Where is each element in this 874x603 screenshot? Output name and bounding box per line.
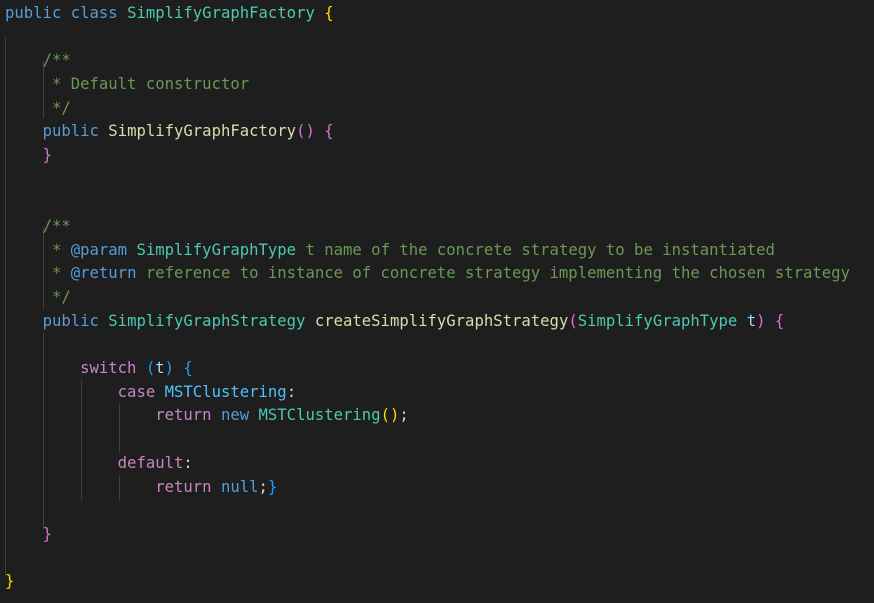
- code-line-12[interactable]: * @return reference to instance of concr…: [5, 262, 850, 286]
- brace: }: [42, 525, 52, 543]
- punctuation: ;: [399, 406, 409, 424]
- class-name: SimplifyGraphFactory: [127, 4, 315, 22]
- brace: {: [774, 312, 785, 330]
- comment: t name of the concrete strategy to be in…: [296, 241, 775, 259]
- code-line-13[interactable]: */: [5, 286, 71, 310]
- function-name: SimplifyGraphFactory: [108, 122, 297, 140]
- code-line-10[interactable]: /**: [5, 215, 71, 239]
- paren: ): [164, 359, 175, 377]
- code-line-14[interactable]: public SimplifyGraphStrategy createSimpl…: [5, 310, 785, 334]
- keyword: public: [5, 4, 62, 22]
- brace: {: [183, 359, 193, 377]
- keyword-control: case: [117, 383, 156, 401]
- parameter: t: [746, 312, 757, 330]
- code-line-25[interactable]: }: [5, 570, 14, 594]
- comment: */: [42, 288, 71, 306]
- punctuation: ;: [258, 478, 268, 496]
- enum-member: MSTClustering: [164, 383, 287, 401]
- class-name: SimplifyGraphStrategy: [108, 312, 306, 330]
- code-line-7[interactable]: }: [5, 144, 52, 168]
- code-line-20[interactable]: default:: [5, 452, 193, 476]
- brace: }: [5, 572, 15, 590]
- keyword-control: default: [117, 454, 184, 472]
- brace: {: [324, 122, 334, 140]
- function-name: createSimplifyGraphStrategy: [314, 312, 569, 330]
- class-name: MSTClustering: [258, 406, 381, 424]
- javadoc-type: SimplifyGraphType: [136, 241, 297, 259]
- paren: (): [296, 122, 315, 140]
- keyword: null: [220, 478, 259, 496]
- paren: (: [145, 359, 156, 377]
- code-line-17[interactable]: case MSTClustering:: [5, 381, 296, 405]
- punctuation: :: [286, 383, 297, 401]
- comment: /**: [42, 51, 71, 69]
- comment: *: [42, 264, 71, 282]
- javadoc-tag: @return: [70, 264, 137, 282]
- code-line-5[interactable]: */: [5, 97, 71, 121]
- code-line-21[interactable]: return null;}: [5, 476, 277, 500]
- brace: }: [42, 146, 52, 164]
- code-line-23[interactable]: }: [5, 523, 52, 547]
- code-line-1[interactable]: public class SimplifyGraphFactory {: [5, 2, 334, 26]
- paren: (): [380, 406, 400, 424]
- paren: ): [756, 312, 766, 330]
- class-name: SimplifyGraphType: [577, 312, 738, 330]
- keyword-control: return: [155, 406, 212, 424]
- brace: }: [267, 478, 278, 496]
- keyword: public: [42, 312, 99, 330]
- code-line-11[interactable]: * @param SimplifyGraphType t name of the…: [5, 239, 775, 263]
- code-line-16[interactable]: switch (t) {: [5, 357, 193, 381]
- variable: t: [155, 359, 165, 377]
- brace: {: [324, 4, 334, 22]
- keyword: class: [70, 4, 118, 22]
- comment: /**: [42, 217, 71, 235]
- code-line-18[interactable]: return new MSTClustering();: [5, 404, 409, 428]
- punctuation: :: [183, 454, 193, 472]
- keyword: new: [220, 406, 250, 424]
- keyword-control: return: [155, 478, 212, 496]
- keyword: public: [42, 122, 99, 140]
- comment: * Default constructor: [42, 75, 250, 93]
- javadoc-tag: @param: [70, 241, 128, 259]
- keyword-control: switch: [80, 359, 137, 377]
- code-line-4[interactable]: * Default constructor: [5, 73, 249, 97]
- code-line-3[interactable]: /**: [5, 49, 71, 73]
- code-editor[interactable]: public class SimplifyGraphFactory { /** …: [0, 0, 874, 603]
- comment: reference to instance of concrete strate…: [136, 264, 850, 282]
- comment: *: [42, 241, 71, 259]
- paren: (: [568, 312, 578, 330]
- comment: */: [42, 99, 71, 117]
- code-line-6[interactable]: public SimplifyGraphFactory() {: [5, 120, 334, 144]
